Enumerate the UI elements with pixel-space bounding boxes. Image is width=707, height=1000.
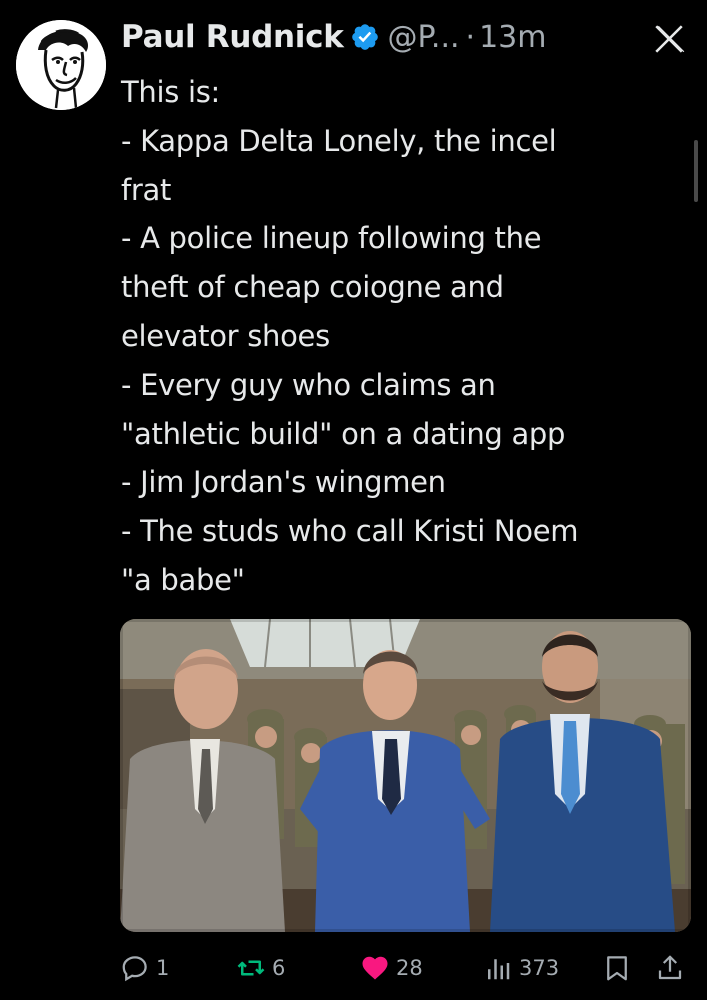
views-button[interactable]: 373: [483, 946, 559, 990]
retweet-button[interactable]: 6: [236, 946, 285, 990]
like-count: 28: [396, 956, 423, 980]
tweet-text-line: frat: [121, 172, 172, 207]
photo-image: [120, 619, 691, 932]
tweet-text-line: theft of cheap coiogne and: [121, 270, 504, 305]
tweet-text-line: "athletic build" on a dating app: [121, 416, 566, 451]
reply-icon: [122, 956, 147, 982]
tweet-timestamp[interactable]: 13m: [479, 20, 546, 55]
reply-count: 1: [156, 956, 170, 980]
tweet-text-line: - Kappa Delta Lonely, the incel: [121, 123, 557, 158]
view-count: 373: [519, 956, 560, 980]
share-icon: [658, 955, 682, 980]
author-name[interactable]: Paul Rudnick: [121, 19, 344, 55]
retweet-count: 6: [272, 956, 286, 980]
tweet-text-line: This is:: [121, 75, 221, 109]
share-button[interactable]: [655, 946, 685, 990]
tweet-text-line: - Every guy who claims an: [121, 367, 496, 402]
header-separator: ·: [465, 19, 476, 55]
reply-button[interactable]: 1: [120, 946, 169, 990]
tweet-photo[interactable]: [120, 619, 691, 932]
like-button[interactable]: 28: [360, 946, 423, 990]
author-avatar[interactable]: [16, 20, 106, 110]
tweet-text: This is: - Kappa Delta Lonely, the incel…: [121, 68, 691, 605]
tweet-text-line: "a babe": [121, 562, 245, 597]
bookmark-button[interactable]: [602, 946, 632, 990]
heart-icon: [362, 956, 388, 980]
x-close-icon: [655, 25, 685, 53]
tweet-text-line: - A police lineup following the: [121, 221, 542, 256]
tweet-text-line: elevator shoes: [121, 318, 330, 353]
tweet-actions-bar: 1 6 28 373: [0, 946, 707, 990]
scrollbar-thumb[interactable]: [694, 140, 698, 202]
tweet-text-line: - The studs who call Kristi Noem: [121, 514, 579, 549]
close-button[interactable]: [649, 22, 689, 56]
bookmark-icon: [607, 956, 627, 981]
retweet-icon: [237, 960, 265, 976]
author-handle[interactable]: @P...: [388, 20, 460, 55]
avatar-caricature-icon: [16, 20, 106, 110]
tweet-card: Paul Rudnick @P... · 13m This is: - Kapp…: [0, 0, 707, 1000]
views-icon: [488, 959, 510, 980]
verified-badge-icon: [351, 24, 378, 50]
tweet-text-line: - Jim Jordan's wingmen: [121, 465, 446, 500]
tweet-header: Paul Rudnick @P... · 13m: [121, 14, 547, 60]
